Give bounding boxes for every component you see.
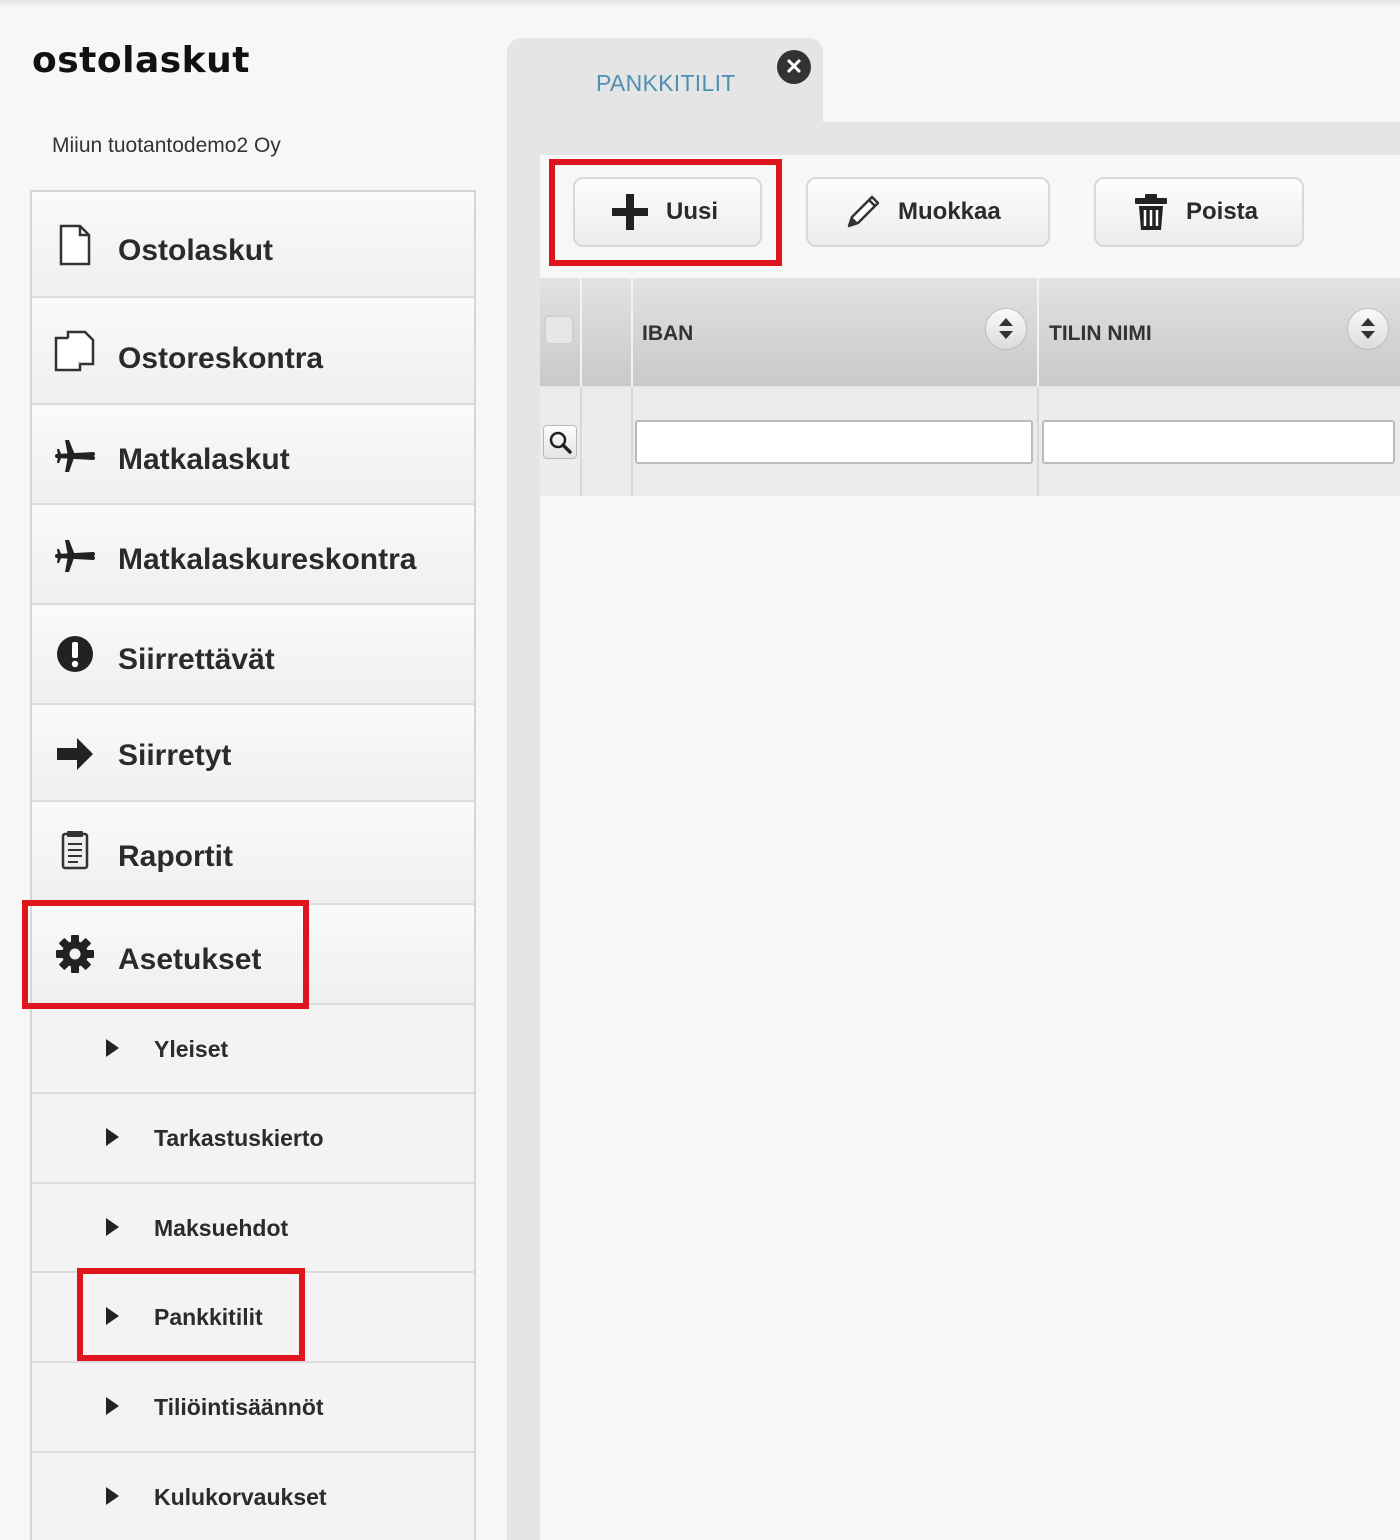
tab-label: PANKKITILIT [596,70,736,96]
airplane-icon [54,535,96,577]
company-name: Miiun tuotantodemo2 Oy [52,134,281,157]
sidebar-item-label: Siirrettävät [118,643,275,676]
airplane-icon [54,435,96,477]
column-separator [631,278,633,386]
sidebar-item-ostoreskontra[interactable]: Ostoreskontra [32,298,474,405]
sort-iban-button[interactable] [985,308,1027,350]
tab-pankkitilit[interactable]: PANKKITILIT ✕ [507,38,823,126]
new-button-label: Uusi [666,198,719,225]
column-separator [1037,388,1039,496]
new-button[interactable]: Uusi [573,177,762,247]
documents-icon [54,330,96,372]
top-edge [0,0,1400,8]
sidebar-item-ostolaskut[interactable]: Ostolaskut [32,192,474,298]
search-button[interactable] [543,425,577,459]
sidebar-item-label: Ostolaskut [118,234,274,267]
close-icon[interactable]: ✕ [777,50,811,84]
sidebar-item-matkalaskureskontra[interactable]: Matkalaskureskontra [32,505,474,605]
gear-icon [54,933,96,975]
sidebar-subitem-tarkastuskierto[interactable]: Tarkastuskierto [32,1094,474,1184]
sidebar-subitem-yleiset[interactable]: Yleiset [32,1005,474,1094]
pencil-icon [842,191,884,233]
sidebar-subitem-label: Tarkastuskierto [154,1125,324,1151]
sidebar-subitem-kulukorvaukset[interactable]: Kulukorvaukset [32,1453,474,1540]
document-icon [54,224,96,266]
column-header-tilin-nimi[interactable]: TILIN NIMI [1049,322,1152,346]
caret-right-icon [106,1218,119,1236]
sidebar-subitem-pankkitilit[interactable]: Pankkitilit [32,1273,474,1363]
caret-right-icon [106,1397,119,1415]
content-area: Uusi Muokkaa Poista IBAN TILIN NIMI [540,155,1400,1540]
grid-header: IBAN TILIN NIMI [540,278,1400,388]
sidebar-subitem-label: Maksuehdot [154,1215,289,1241]
delete-button-label: Poista [1186,198,1259,225]
arrow-right-icon [54,733,96,775]
report-icon [54,830,96,872]
column-separator [580,388,582,496]
delete-button[interactable]: Poista [1094,177,1304,247]
sidebar-subitem-label: Yleiset [154,1036,229,1062]
magnifier-icon [549,431,572,454]
sidebar-subitem-tiliointisaannot[interactable]: Tiliöintisäännöt [32,1363,474,1453]
sidebar-item-asetukset[interactable]: Asetukset [32,905,474,1005]
app-title: ostolaskut [32,40,250,81]
sidebar-item-siirretyt[interactable]: Siirretyt [32,705,474,802]
sidebar-item-label: Ostoreskontra [118,342,324,375]
edit-button[interactable]: Muokkaa [806,177,1050,247]
exclamation-icon [54,633,96,675]
tilin-nimi-filter-input[interactable] [1042,420,1395,464]
edit-button-label: Muokkaa [898,198,1001,225]
sidebar-item-raportit[interactable]: Raportit [32,802,474,905]
iban-filter-input[interactable] [635,420,1033,464]
caret-right-icon [106,1307,119,1325]
sidebar: Ostolaskut Ostoreskontra Matkalaskut Mat… [30,190,476,1540]
column-separator [580,278,582,386]
select-all-checkbox[interactable] [544,315,574,345]
sidebar-item-label: Matkalaskureskontra [118,543,417,576]
column-header-iban[interactable]: IBAN [642,322,693,346]
sidebar-item-label: Raportit [118,840,233,873]
sidebar-item-siirrettavat[interactable]: Siirrettävät [32,605,474,705]
caret-right-icon [106,1487,119,1505]
column-separator [631,388,633,496]
plus-icon [609,191,651,233]
sidebar-subitem-label: Pankkitilit [154,1304,263,1330]
sidebar-subitem-maksuehdot[interactable]: Maksuehdot [32,1184,474,1273]
column-separator [1037,278,1039,386]
caret-right-icon [106,1039,119,1057]
trash-icon [1130,191,1172,233]
sidebar-subitem-label: Kulukorvaukset [154,1484,327,1510]
caret-right-icon [106,1128,119,1146]
sidebar-item-label: Asetukset [118,943,262,976]
grid-filter-row [540,388,1400,496]
sidebar-item-label: Siirretyt [118,739,232,772]
sidebar-subitem-label: Tiliöintisäännöt [154,1394,324,1420]
sort-tilin-nimi-button[interactable] [1347,308,1389,350]
sidebar-item-label: Matkalaskut [118,443,290,476]
sidebar-item-matkalaskut[interactable]: Matkalaskut [32,405,474,505]
